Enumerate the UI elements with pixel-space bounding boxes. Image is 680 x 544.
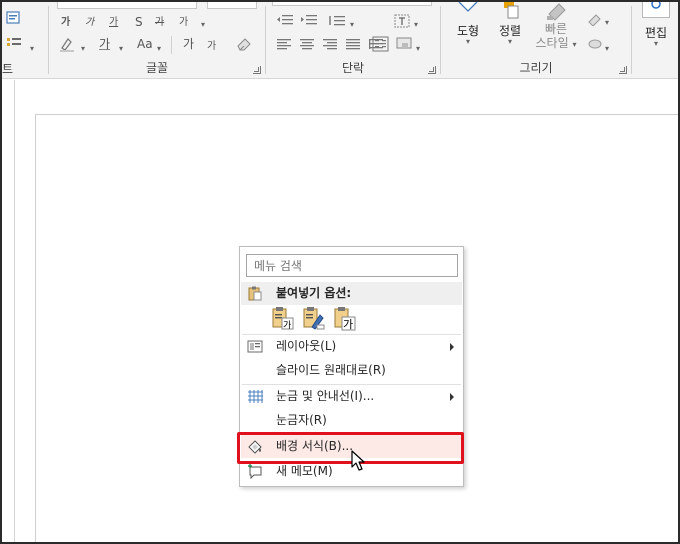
quick-styles-button[interactable]: 빠른 스타일 ▾ <box>533 2 579 50</box>
quick-styles-label-line1: 빠른 <box>544 22 568 36</box>
align-right-icon[interactable] <box>322 38 338 50</box>
font-name-combo[interactable] <box>57 2 197 9</box>
decrease-indent-icon[interactable] <box>276 14 294 28</box>
shapes-button[interactable]: 도형 ▾ <box>449 2 487 46</box>
arrange-chevron-icon: ▾ <box>507 37 512 46</box>
text-highlight-chevron-icon[interactable]: ▾ <box>81 42 85 56</box>
quick-styles-label-line2: 스타일 <box>535 36 569 50</box>
section-chevron-icon[interactable]: ▾ <box>30 42 34 56</box>
paste-options-row: 가 가 <box>271 305 451 333</box>
paste-keep-source-icon <box>303 307 325 330</box>
new-comment-icon <box>248 464 262 479</box>
clear-formatting-icon[interactable] <box>235 36 253 52</box>
change-case-button[interactable]: Aa <box>137 37 153 51</box>
justify-icon[interactable] <box>345 38 361 50</box>
paste-destination-theme-icon: 가 <box>272 307 294 331</box>
quick-styles-icon <box>547 3 566 21</box>
character-spacing-chevron-icon[interactable]: ▾ <box>201 18 205 32</box>
shape-outline-icon[interactable] <box>587 38 603 50</box>
paste-keep-source-formatting-button[interactable] <box>302 305 326 333</box>
paste-use-destination-theme-button[interactable]: 가 <box>271 305 295 333</box>
menu-item-reset-slide-label: 슬라이드 원래대로(R) <box>276 363 386 377</box>
decrease-font-button[interactable]: 가 <box>207 40 216 54</box>
increase-indent-icon[interactable] <box>300 14 318 28</box>
text-direction-chevron-icon[interactable]: ▾ <box>414 18 418 32</box>
font-group-label: 글꼴 <box>145 61 169 75</box>
arrange-button[interactable]: 정렬 ▾ <box>491 2 529 46</box>
section-icon[interactable] <box>6 36 26 50</box>
underline-button[interactable]: 가 <box>109 16 118 30</box>
menu-item-ruler[interactable]: 눈금자(R) <box>241 409 462 432</box>
editing-button[interactable]: 편집 ▾ <box>636 2 676 48</box>
menu-item-reset-slide[interactable]: 슬라이드 원래대로(R) <box>241 359 462 382</box>
menu-item-format-background-label: 배경 서식(B)... <box>276 439 354 453</box>
clipped-group-label: 트 <box>2 62 14 76</box>
menu-item-new-comment-label: 새 메모(M) <box>276 464 333 478</box>
arrange-label: 정렬 <box>498 24 522 38</box>
text-direction-icon[interactable] <box>394 13 412 29</box>
paragraph-dialog-launcher-icon[interactable] <box>428 66 436 74</box>
paste-icon <box>248 286 262 301</box>
shape-outline-chevron-icon[interactable]: ▾ <box>605 42 609 56</box>
quick-styles-chevron-icon: ▾ <box>572 40 577 49</box>
menu-item-layout[interactable]: 레이아웃(L) <box>241 335 462 358</box>
text-highlight-icon[interactable] <box>59 36 77 52</box>
drawing-dialog-launcher-icon[interactable] <box>619 66 627 74</box>
ribbon-group-paragraph: ▾ ▾ ▾ 단락 <box>266 2 440 79</box>
line-spacing-chevron-icon[interactable]: ▾ <box>350 18 354 32</box>
ribbon-group-clipboard-partial: ▾ 트 <box>2 2 48 79</box>
menu-item-grid-guides[interactable]: 눈금 및 안내선(I)... <box>241 385 462 408</box>
paste-options-label: 붙여넣기 옵션: <box>276 286 352 300</box>
arrange-icon <box>504 2 519 19</box>
change-case-chevron-icon[interactable]: ▾ <box>157 42 161 56</box>
shape-fill-chevron-icon[interactable]: ▾ <box>605 16 609 30</box>
ribbon-group-font: 가 가 가 S 가 가 ▾ ▾ 가 ▾ Aa ▾ 가 가 글꼴 <box>49 2 265 79</box>
paragraph-group-label: 단락 <box>341 61 365 75</box>
menu-item-ruler-label: 눈금자(R) <box>276 413 327 427</box>
strikethrough-button[interactable]: 가 <box>155 16 164 30</box>
font-color-chevron-icon[interactable]: ▾ <box>119 42 123 56</box>
mouse-cursor-icon <box>351 450 365 471</box>
line-spacing-icon[interactable] <box>328 14 346 28</box>
shapes-chevron-icon: ▾ <box>465 37 470 46</box>
grid-icon <box>248 390 263 403</box>
align-center-icon[interactable] <box>299 38 315 50</box>
paste-text-only-icon: 가 <box>334 307 356 331</box>
bold-button[interactable]: 가 <box>61 16 70 30</box>
ribbon-group-drawing: 도형 ▾ 정렬 ▾ 빠른 스타일 ▾ ▾ ▾ 그리기 <box>441 2 631 79</box>
drawing-group-label: 그리기 <box>519 61 553 75</box>
italic-button[interactable]: 가 <box>85 16 94 30</box>
smartart-icon[interactable] <box>396 36 414 52</box>
find-icon <box>642 2 670 18</box>
menu-search-input[interactable] <box>246 254 458 277</box>
paste-glyph-1: 가 <box>283 320 291 331</box>
menu-item-grid-guides-label: 눈금 및 안내선(I)... <box>276 389 375 403</box>
layout-icon <box>247 340 263 353</box>
submenu-arrow-icon <box>450 343 454 351</box>
column-split-icon[interactable] <box>372 36 390 52</box>
format-background-icon <box>248 440 262 454</box>
editing-chevron-icon: ▾ <box>653 39 658 48</box>
paste-glyph-3: 가 <box>343 318 353 331</box>
font-dialog-launcher-icon[interactable] <box>253 66 261 74</box>
thumbnail-pane-edge <box>14 80 15 542</box>
ribbon: ▾ 트 가 가 가 S 가 가 ▾ ▾ 가 ▾ Aa ▾ 가 가 글꼴 ▾ ▾ … <box>2 2 678 79</box>
shadow-button[interactable]: S <box>135 15 143 29</box>
font-size-combo[interactable] <box>207 2 257 9</box>
align-left-icon[interactable] <box>276 38 292 50</box>
menu-item-layout-label: 레이아웃(L) <box>276 339 337 353</box>
character-spacing-button[interactable]: 가 <box>179 16 190 30</box>
shapes-icon <box>458 2 478 12</box>
paste-keep-text-only-button[interactable]: 가 <box>333 305 357 333</box>
window-frame: ▾ 트 가 가 가 S 가 가 ▾ ▾ 가 ▾ Aa ▾ 가 가 글꼴 ▾ ▾ … <box>0 0 680 544</box>
shapes-label: 도형 <box>456 24 480 38</box>
paste-options-header: 붙여넣기 옵션: <box>241 282 462 305</box>
new-slide-icon[interactable] <box>6 10 22 26</box>
shape-fill-icon[interactable] <box>587 12 603 26</box>
increase-font-button[interactable]: 가 <box>183 37 194 51</box>
smartart-chevron-icon[interactable]: ▾ <box>416 42 420 56</box>
submenu-arrow-icon <box>450 393 454 401</box>
font-color-button[interactable]: 가 <box>99 37 110 51</box>
